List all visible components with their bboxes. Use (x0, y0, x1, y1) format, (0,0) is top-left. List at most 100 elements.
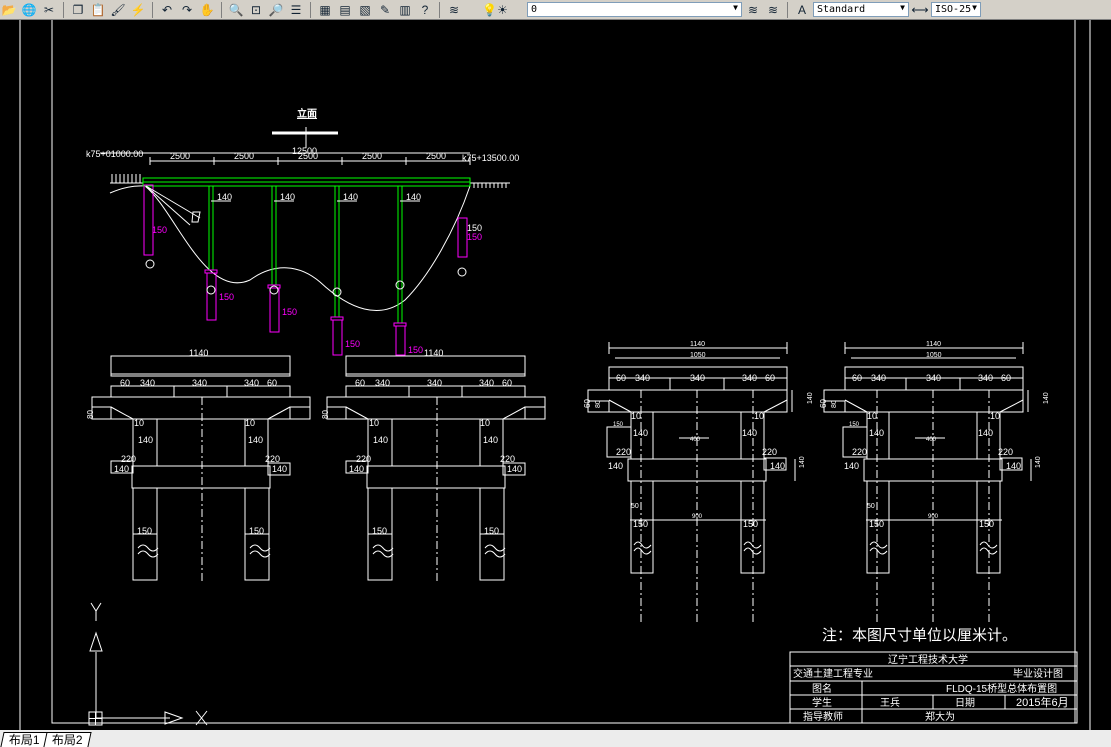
beam-height-label: 140 (1035, 456, 1042, 468)
span-length-label: 2500 (234, 151, 254, 161)
break-line (484, 550, 506, 558)
break-line (633, 547, 652, 555)
pier-number-marker (206, 285, 216, 295)
deck-dim-label: 340 (742, 373, 757, 383)
pile (206, 272, 217, 321)
layer-manager-icon[interactable]: ≋ (445, 2, 463, 18)
cap-taper (110, 406, 134, 420)
zoom-previous-icon[interactable]: 🔎 (267, 2, 285, 18)
chevron-down-icon[interactable]: ▼ (900, 3, 905, 12)
left-dim-label: 220 (852, 447, 867, 457)
block-editor-icon[interactable]: ⚡ (129, 2, 147, 18)
break-line (869, 541, 888, 549)
publish-icon[interactable]: 🌐 (20, 2, 38, 18)
beam-height-label: 140 (799, 456, 806, 468)
tie-beam (131, 465, 271, 489)
deck-dim-label: 340 (140, 378, 155, 388)
toolbar-separator (63, 1, 64, 18)
tab-layout2-label: 布局2 (51, 733, 83, 747)
layer-dropdown[interactable]: 0 ▼ (527, 2, 742, 17)
break-line (249, 544, 271, 552)
paste-icon[interactable]: 📋 (89, 2, 107, 18)
cut-icon[interactable]: ✂ (40, 2, 58, 18)
deck-dim-label: 340 (192, 378, 207, 388)
pier-number-marker (395, 280, 405, 290)
cap-taper (608, 399, 632, 413)
text-style-dropdown[interactable]: Standard ▼ (813, 2, 909, 17)
help-icon[interactable]: ? (416, 2, 434, 18)
break-line (372, 544, 394, 552)
pile-length-label: 150 (282, 307, 297, 317)
calculator-icon[interactable]: ▥ (396, 2, 414, 18)
drawing-name-value: FLDQ-15桥型总体布置图 (946, 682, 1057, 695)
left-dim-label: 140 (349, 464, 364, 474)
left-dim-label: 150 (613, 422, 624, 428)
match-properties-icon[interactable]: 🖌 (109, 2, 127, 18)
drawing-name-label: 图名 (812, 682, 832, 695)
sheet-set-icon[interactable]: ▧ (356, 2, 374, 18)
markup-icon[interactable]: ✎ (376, 2, 394, 18)
start-station-label: k75+01000.00 (86, 149, 143, 159)
deck-dim-label: 340 (926, 373, 941, 383)
break-line (484, 544, 506, 552)
make-current-layer-icon[interactable]: ≋ (744, 2, 762, 18)
student-value: 王兵 (880, 696, 900, 709)
deck-dim-label: 340 (427, 378, 442, 388)
redo-icon[interactable]: ↷ (178, 2, 196, 18)
design-center-icon[interactable]: ▦ (316, 2, 334, 18)
layer-previous-icon[interactable]: ≋ (764, 2, 782, 18)
tab-layout1[interactable]: 布局1 (0, 732, 49, 747)
zoom-realtime-icon[interactable]: 🔍 (227, 2, 245, 18)
right-dim-label: 140 (272, 464, 287, 474)
chevron-down-icon[interactable]: ▼ (733, 3, 738, 12)
deck-dim-label: 340 (871, 373, 886, 383)
left-abutment (143, 184, 154, 256)
deck-outline (110, 355, 291, 377)
pan-icon[interactable]: ✋ (198, 2, 216, 18)
copy-icon[interactable]: ❐ (69, 2, 87, 18)
left-dim-label: 10 (631, 411, 641, 421)
properties-icon[interactable]: ☰ (287, 2, 305, 18)
text-style-dropdown-value: Standard (817, 4, 866, 15)
chevron-down-icon[interactable]: ▼ (972, 3, 977, 12)
left-dim-label: 140 (869, 428, 884, 438)
deck-dim-label: 340 (375, 378, 390, 388)
advisor-label: 指导教师 (803, 710, 843, 723)
right-dim-label: 10 (480, 418, 490, 428)
layer-state-icons[interactable]: 💡☀ (465, 2, 525, 18)
dim-style-icon[interactable]: ⟷ (911, 2, 929, 18)
pile-length-label: 150 (408, 345, 423, 355)
drawing-canvas[interactable]: 立面 12500 k75+01000.00 k75+13500.00 2500 2… (0, 20, 1111, 730)
pile-spacing-label: 900 (928, 514, 939, 520)
deck-outline (345, 355, 526, 377)
deck-dim-label: 60 (852, 373, 862, 383)
pier-number-marker (269, 285, 279, 295)
tool-palettes-icon[interactable]: ▤ (336, 2, 354, 18)
right-dim-label: 140 (742, 428, 757, 438)
deck-dim-label: 60 (355, 378, 365, 388)
span-length-label: 2500 (170, 151, 190, 161)
left-dim-label: 140 (138, 435, 153, 445)
dim-style-dropdown[interactable]: ISO-25 ▼ (931, 2, 981, 17)
deck-dim-label: 60 (616, 373, 626, 383)
toolbar-separator (787, 1, 788, 18)
span-length-label: 2500 (298, 151, 318, 161)
elevation-title: 立面 (297, 107, 317, 120)
cap-taper (763, 399, 788, 413)
drawing-frame (51, 20, 1076, 724)
open-icon[interactable]: 📂 (0, 2, 18, 18)
cap-beam (587, 389, 788, 413)
text-style-icon[interactable]: A (793, 2, 811, 18)
center-width-label: 400 (926, 437, 937, 443)
deck-dim-label: 60 (267, 378, 277, 388)
tab-layout2[interactable]: 布局2 (43, 732, 91, 747)
right-dim-label: 10 (990, 411, 1000, 421)
deck-dim-label: 60 (765, 373, 775, 383)
zoom-window-icon[interactable]: ⊡ (247, 2, 265, 18)
pile-length-label: 150 (219, 292, 234, 302)
undo-icon[interactable]: ↶ (158, 2, 176, 18)
break-line (137, 550, 159, 558)
right-dim-label: 220 (265, 454, 280, 464)
standard-toolbar: 📂 🌐 ✂ ❐ 📋 🖌 ⚡ ↶ ↷ ✋ 🔍 ⊡ 🔎 ☰ ▦ ▤ ▧ ✎ ▥? ≋ 💡☀ 0 ▼ ≋ ≋ A Standard ▼ ⟷ IS… (0, 0, 1111, 20)
drawing-type: 毕业设计图 (1013, 667, 1063, 680)
